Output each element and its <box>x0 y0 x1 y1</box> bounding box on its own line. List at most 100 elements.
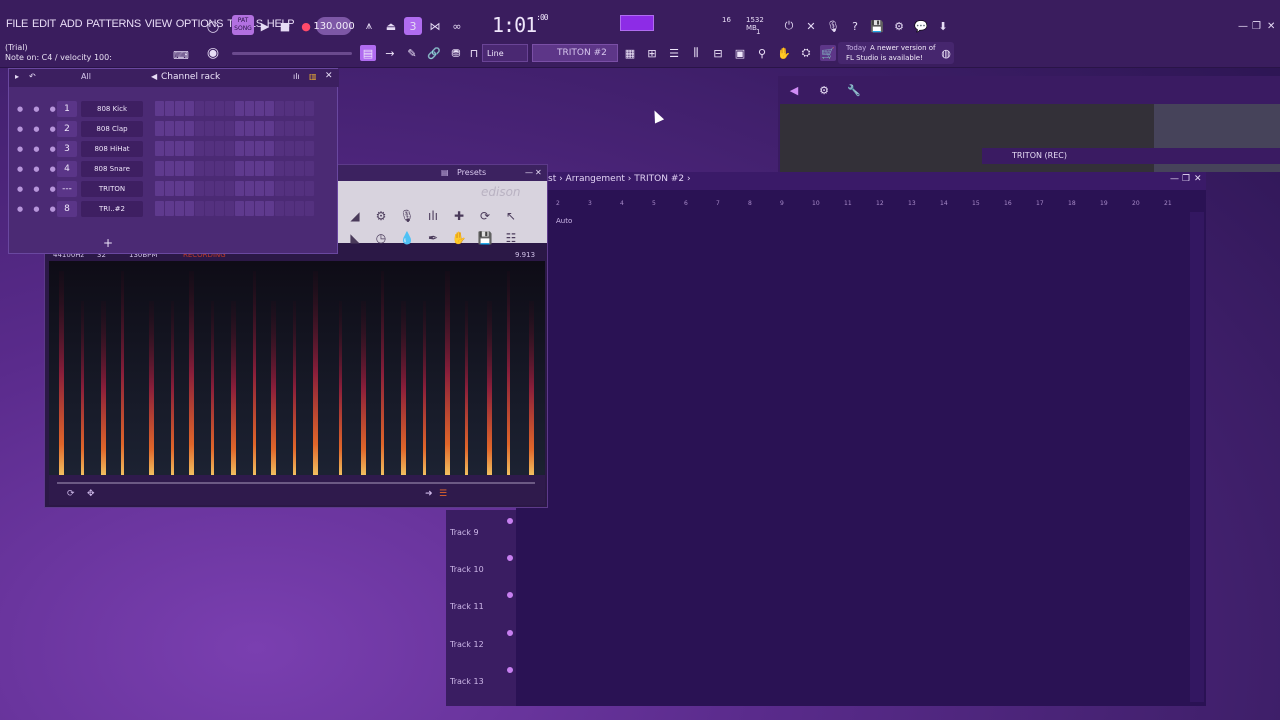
menu-lines-icon[interactable]: ☰ <box>439 489 447 499</box>
typing-keyboard-icon[interactable]: ⌨ <box>172 46 190 64</box>
step-button[interactable] <box>245 101 254 116</box>
step-button[interactable] <box>195 181 204 196</box>
edison-list-icon[interactable]: ▤ <box>441 168 449 177</box>
channel-mixer-number[interactable]: 4 <box>57 161 77 177</box>
levels-icon[interactable]: ılı <box>423 207 443 225</box>
step-button[interactable] <box>205 161 214 176</box>
step-button[interactable] <box>205 101 214 116</box>
menu-add[interactable]: ADD <box>58 18 84 30</box>
step-button[interactable] <box>195 141 204 156</box>
channel-controls[interactable]: ● ● ● <box>17 125 60 133</box>
channel-name-button[interactable]: TRITON <box>81 181 143 197</box>
step-button[interactable] <box>165 141 174 156</box>
pencil-tool-icon[interactable]: ✎ <box>404 45 420 61</box>
step-button[interactable] <box>285 141 294 156</box>
step-button[interactable] <box>155 141 164 156</box>
menu-view[interactable]: VIEW <box>143 18 174 30</box>
metronome-icon[interactable]: ⩚ <box>360 17 378 35</box>
step-button[interactable] <box>265 121 274 136</box>
chat-icon[interactable]: 💬 <box>912 17 930 35</box>
step-button[interactable] <box>235 161 244 176</box>
step-button[interactable] <box>155 201 164 216</box>
step-button[interactable] <box>295 201 304 216</box>
step-button[interactable] <box>185 101 194 116</box>
select-icon[interactable]: ↖ <box>501 207 521 225</box>
expand-arrow-icon[interactable]: ▸ <box>15 72 19 81</box>
step-button[interactable] <box>175 141 184 156</box>
plugin-database-icon[interactable]: ▣ <box>732 45 748 61</box>
step-button[interactable] <box>225 101 234 116</box>
edison-close-icon[interactable]: ✕ <box>535 168 542 177</box>
presets-menu[interactable]: Presets <box>457 168 486 177</box>
shop-cart-icon[interactable]: 🛒 <box>820 45 836 61</box>
step-button[interactable] <box>265 101 274 116</box>
midi-icon[interactable]: ⛭ <box>798 45 814 61</box>
channel-name-button[interactable]: 808 Snare <box>81 161 143 177</box>
step-button[interactable] <box>215 121 224 136</box>
step-button[interactable] <box>175 201 184 216</box>
step-button[interactable] <box>215 181 224 196</box>
step-button[interactable] <box>195 121 204 136</box>
track-dot[interactable] <box>507 592 513 598</box>
track-dot[interactable] <box>507 518 513 524</box>
step-button[interactable] <box>285 181 294 196</box>
channel-row[interactable]: ● ● ● 3 808 HiHat <box>13 141 333 157</box>
channel-mixer-number[interactable]: 2 <box>57 121 77 137</box>
step-button[interactable] <box>205 201 214 216</box>
step-button[interactable] <box>155 101 164 116</box>
channel-mixer-number[interactable]: 8 <box>57 201 77 217</box>
triton-rec-item[interactable]: TRITON (REC) <box>982 148 1280 164</box>
step-button[interactable] <box>265 161 274 176</box>
step-button[interactable] <box>245 201 254 216</box>
stamp-icon[interactable]: ⛃ <box>448 45 464 61</box>
channel-controls[interactable]: ● ● ● <box>17 205 60 213</box>
step-button[interactable] <box>215 141 224 156</box>
channel-controls[interactable]: ● ● ● <box>17 105 60 113</box>
microphone-icon[interactable]: 🎙 <box>824 17 842 35</box>
master-volume-knob-icon[interactable]: ◉ <box>204 44 222 62</box>
move-icon[interactable]: ✥ <box>87 489 95 499</box>
step-button[interactable] <box>305 141 314 156</box>
step-button[interactable] <box>225 181 234 196</box>
step-button[interactable] <box>215 101 224 116</box>
step-button[interactable] <box>195 201 204 216</box>
arrow-tool-icon[interactable]: → <box>382 45 398 61</box>
step-button[interactable] <box>275 141 284 156</box>
slope-icon[interactable]: ◣ <box>345 229 365 247</box>
add-channel-button[interactable]: + <box>103 236 113 250</box>
channel-mixer-number[interactable]: 3 <box>57 141 77 157</box>
track-9-label[interactable]: Track 9 <box>450 528 479 537</box>
mixer-icon[interactable]: ⚙ <box>890 17 908 35</box>
fade-icon[interactable]: ◢ <box>345 207 365 225</box>
step-button[interactable] <box>245 181 254 196</box>
step-button[interactable] <box>205 121 214 136</box>
step-button[interactable] <box>245 161 254 176</box>
step-button[interactable] <box>295 141 304 156</box>
step-button[interactable] <box>285 101 294 116</box>
save-icon[interactable]: 💾 <box>868 17 886 35</box>
step-button[interactable] <box>235 141 244 156</box>
step-edit-icon[interactable]: ⋈ <box>426 17 444 35</box>
channel-controls[interactable]: ● ● ● <box>17 145 60 153</box>
step-button[interactable] <box>225 121 234 136</box>
step-button[interactable] <box>205 181 214 196</box>
settings-sliders-icon[interactable]: ☷ <box>501 229 521 247</box>
step-button[interactable] <box>265 141 274 156</box>
wait-input-icon[interactable]: ⏏ <box>382 17 400 35</box>
hint-panel-icon[interactable]: ✕ <box>802 17 820 35</box>
step-button[interactable] <box>285 201 294 216</box>
step-button[interactable] <box>165 161 174 176</box>
record-icon[interactable]: ● <box>297 17 315 35</box>
step-button[interactable] <box>165 181 174 196</box>
step-button[interactable] <box>275 121 284 136</box>
step-button[interactable] <box>255 121 264 136</box>
step-button[interactable] <box>185 181 194 196</box>
play-sample-icon[interactable]: ➜ <box>425 489 433 499</box>
step-button[interactable] <box>295 121 304 136</box>
pat-song-switch[interactable]: PAT SONG <box>232 15 254 35</box>
step-button[interactable] <box>275 181 284 196</box>
speaker-icon[interactable]: ◀ <box>786 82 802 98</box>
magnet-icon[interactable]: ⊓ <box>466 45 482 61</box>
step-button[interactable] <box>175 121 184 136</box>
step-button[interactable] <box>265 181 274 196</box>
